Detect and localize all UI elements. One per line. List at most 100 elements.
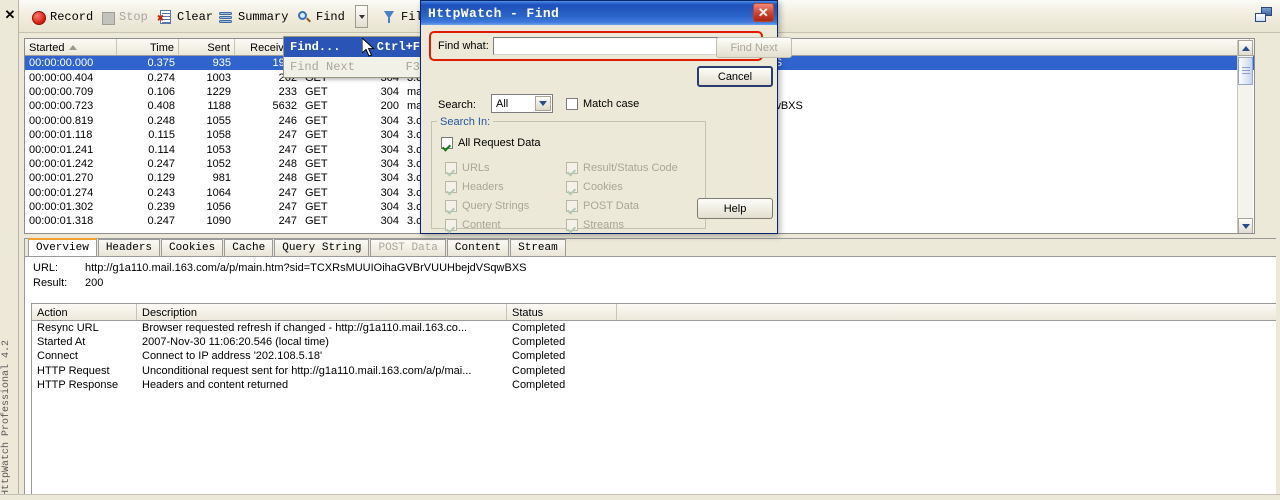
detail-column-status[interactable]: Status [507, 304, 617, 320]
tab-query-string[interactable]: Query String [274, 239, 370, 256]
search-scope-value: All [496, 97, 509, 110]
help-label: Help [723, 202, 747, 215]
left-side-strip: ✕ HttpWatch Professional 4.2 [0, 0, 19, 500]
grid-cell-time: 0.115 [148, 129, 175, 142]
tab-overview[interactable]: Overview [28, 238, 97, 256]
checkbox-icon [566, 162, 578, 174]
close-x-icon[interactable]: ✕ [3, 8, 17, 22]
grid-cell-received: 247 [278, 186, 297, 199]
overview-url-row: URL: http://g1a110.mail.163.com/a/p/main… [25, 261, 1276, 276]
grid-cell-received: 233 [278, 85, 297, 98]
cancel-button[interactable]: Cancel [697, 66, 773, 87]
grid-cell-sent: 1229 [206, 85, 231, 98]
grid-cell-result: 304 [380, 114, 399, 127]
checkbox-icon [445, 200, 457, 212]
detail-row[interactable]: Started At 2007-Nov-30 11:06:20.546 (loca… [32, 335, 1276, 349]
search-in-all-request-data-checkbox[interactable]: All Request Data [441, 137, 541, 149]
scroll-up-arrow-icon[interactable] [1238, 40, 1253, 56]
grid-cell-received: 248 [278, 172, 297, 185]
stop-icon [99, 9, 115, 25]
search-scope-select[interactable]: All [491, 94, 553, 113]
checkbox-icon [566, 200, 578, 212]
grid-cell-method: GET [305, 201, 328, 214]
detail-cell: Unconditional request sent for http://g1… [142, 364, 472, 377]
grid-cell-result: 304 [380, 157, 399, 170]
clear-button[interactable]: ✖ Clear [152, 5, 218, 28]
detail-cell: Browser requested refresh if changed - h… [142, 322, 468, 334]
detail-cell: Resync URL [37, 322, 99, 334]
grid-cell-method: GET [305, 186, 328, 199]
detail-row[interactable]: HTTP Request Unconditional request sent f… [32, 364, 1276, 378]
match-case-checkbox[interactable]: Match case [566, 98, 639, 110]
grid-cell-method: GET [305, 114, 328, 127]
scroll-down-arrow-icon[interactable] [1238, 218, 1253, 233]
detail-header-row: Action Description Status [32, 304, 1276, 321]
grid-cell-received: 246 [278, 114, 297, 127]
detail-cell: HTTP Response [37, 378, 119, 391]
record-button[interactable]: Record [25, 5, 98, 28]
grid-cell-method: GET [305, 215, 328, 228]
grid-cell-sent: 1188 [207, 100, 231, 113]
grid-cell-result: 304 [380, 201, 399, 214]
column-header-started[interactable]: Started [25, 39, 117, 55]
detail-cell: Completed [512, 378, 566, 391]
search-in-content-checkbox: Content [445, 219, 501, 231]
detail-column-action[interactable]: Action [32, 304, 137, 320]
summary-button[interactable]: Summary [213, 5, 293, 28]
chevron-down-icon[interactable] [535, 96, 551, 111]
menu-item-find-shortcut: Ctrl+F [376, 40, 420, 54]
detail-row[interactable]: HTTP Response Headers and content returne… [32, 378, 1276, 392]
grid-cell-time: 0.239 [147, 201, 175, 214]
detail-row[interactable]: Resync URL Browser requested refresh if c… [32, 321, 1276, 335]
close-icon[interactable]: ✕ [753, 3, 774, 22]
search-in-post-data-checkbox: POST Data [566, 200, 639, 212]
grid-cell-started: 00:00:00.819 [29, 114, 94, 127]
grid-cell-result: 304 [380, 143, 399, 156]
grid-cell-sent: 1056 [206, 201, 231, 214]
stop-button: Stop [94, 5, 153, 28]
menu-item-find[interactable]: Find... Ctrl+F [284, 37, 426, 57]
grid-cell-received: 247 [278, 129, 297, 142]
tab-headers[interactable]: Headers [97, 239, 161, 256]
grid-cell-method: GET [305, 100, 328, 113]
grid-vertical-scrollbar[interactable] [1237, 40, 1253, 233]
detail-cell: Connect to IP address '202.108.5.18' [142, 350, 323, 363]
tab-cache[interactable]: Cache [224, 239, 274, 256]
grid-cell-time: 0.243 [147, 186, 175, 199]
detail-cell: 2007-Nov-30 11:06:20.546 (local time) [142, 336, 329, 349]
detail-tabs[interactable]: Overview Headers Cookies Cache Query String P… [25, 238, 1276, 257]
grid-cell-received: 5632 [272, 100, 297, 113]
scrollbar-thumb[interactable] [1238, 57, 1253, 85]
detail-row[interactable]: Connect Connect to IP address '202.108.5.… [32, 349, 1276, 363]
grid-cell-time: 0.375 [147, 57, 175, 70]
detail-cell: HTTP Request [37, 364, 110, 377]
find-dropdown-arrow-icon[interactable] [355, 5, 368, 28]
grid-cell-started: 00:00:00.709 [29, 85, 94, 98]
column-header-time[interactable]: Time [117, 39, 179, 55]
help-button[interactable]: Help [697, 198, 773, 219]
grid-cell-sent: 1003 [206, 71, 231, 84]
grid-cell-received: 248 [278, 157, 297, 170]
tab-stream[interactable]: Stream [510, 239, 566, 256]
column-header-sent[interactable]: Sent [179, 39, 235, 55]
detail-column-status-label: Status [512, 306, 544, 319]
find-dialog-title: HttpWatch - Find [428, 5, 560, 21]
find-button[interactable]: Find [291, 5, 350, 28]
tab-content[interactable]: Content [446, 239, 510, 256]
record-label: Record [50, 9, 94, 24]
result-value: 200 [85, 277, 104, 289]
detail-cell: Completed [512, 322, 566, 334]
find-dropdown-menu[interactable]: Find... Ctrl+F Find Next F3 [283, 36, 427, 78]
restore-window-icon[interactable] [1255, 7, 1272, 22]
tab-cookies[interactable]: Cookies [161, 239, 224, 256]
grid-cell-time: 0.114 [148, 143, 175, 156]
clear-label: Clear [177, 9, 214, 24]
grid-cell-sent: 1055 [206, 114, 231, 127]
grid-cell-result: 304 [380, 129, 399, 142]
window-bottom-edge [0, 494, 1280, 500]
grid-cell-method: GET [305, 172, 328, 185]
detail-column-description[interactable]: Description [137, 304, 507, 320]
url-value: http://g1a110.mail.163.com/a/p/main.htm?… [85, 262, 527, 274]
timechart-detail-grid[interactable]: Action Description Status Resync URL Brow… [31, 303, 1276, 495]
grid-cell-time: 0.247 [147, 215, 175, 228]
